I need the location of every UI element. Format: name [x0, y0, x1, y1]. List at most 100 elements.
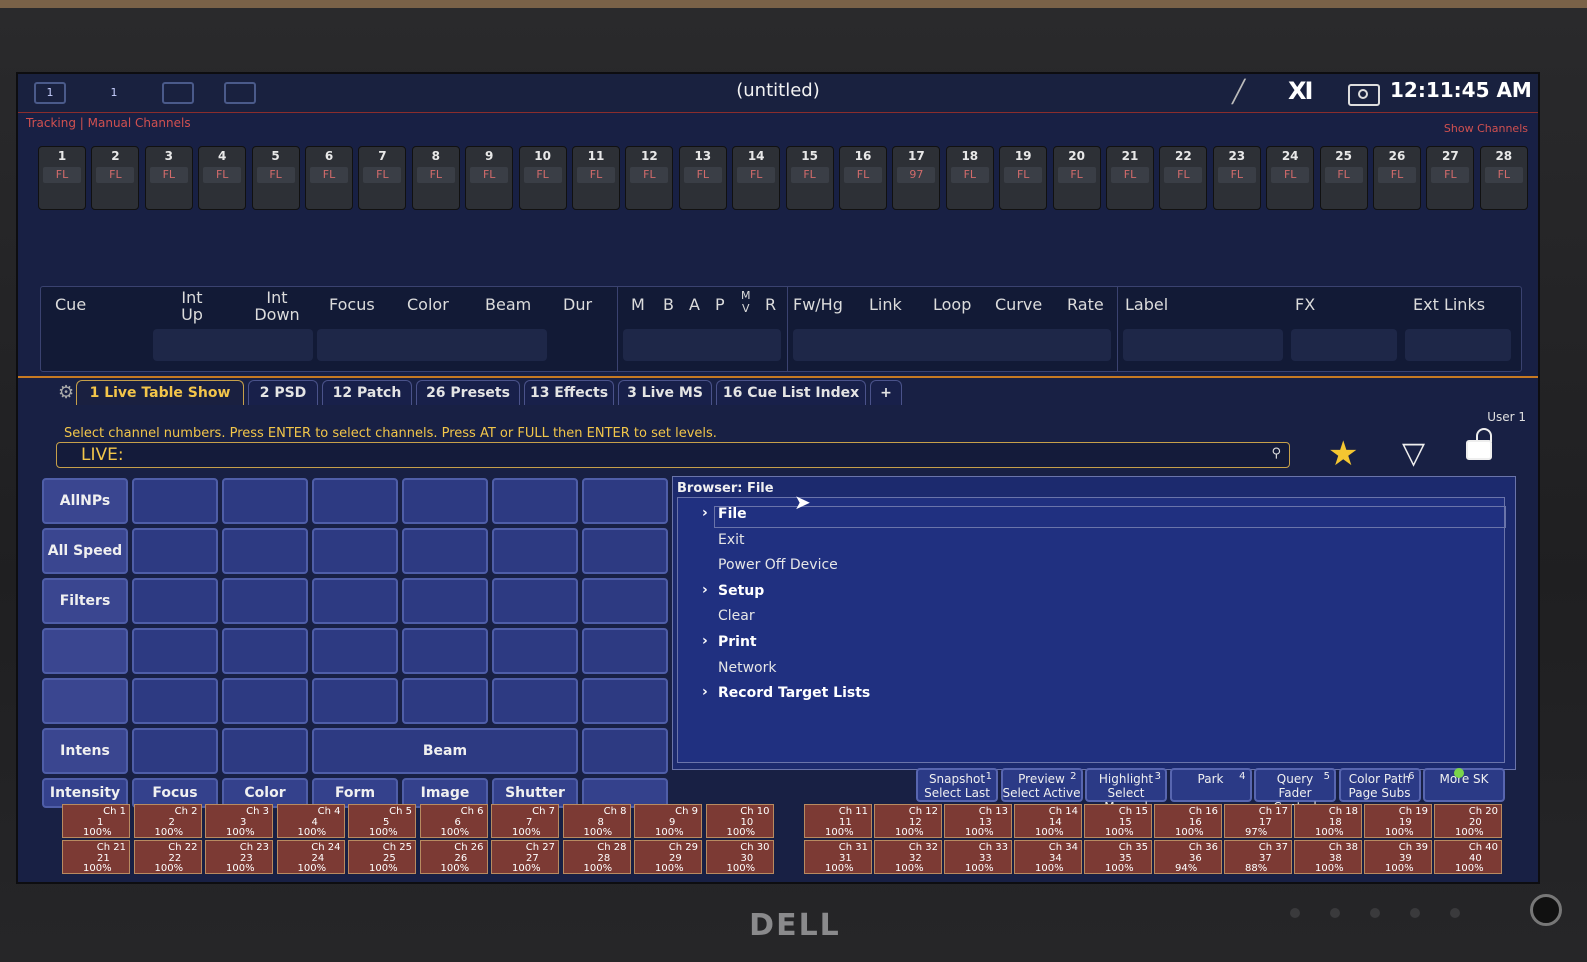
channel-tile[interactable]: 8 FL [411, 146, 460, 210]
grid-button[interactable] [402, 578, 488, 624]
channel-tile[interactable]: 3 FL [144, 146, 193, 210]
fader[interactable]: Ch 27 27 100% [491, 840, 559, 874]
display-2-icon[interactable]: 1 [98, 82, 130, 104]
fader[interactable]: Ch 39 39 100% [1364, 840, 1432, 874]
fader[interactable]: Ch 18 18 100% [1294, 804, 1362, 838]
fader[interactable]: Ch 24 24 100% [276, 840, 345, 874]
browser-item[interactable]: Exit [718, 532, 745, 548]
fader[interactable]: Ch 26 26 100% [419, 840, 488, 874]
channel-tile[interactable]: 19 FL [999, 146, 1048, 210]
bezel-button[interactable] [1450, 908, 1460, 918]
fader[interactable]: Ch 35 35 100% [1084, 840, 1152, 874]
softkey-4[interactable]: 4 Park [1169, 768, 1252, 802]
fader[interactable]: Ch 25 25 100% [348, 840, 416, 874]
search-icon[interactable]: ⚲ [1271, 446, 1281, 461]
channel-tile[interactable]: 27 FL [1426, 146, 1475, 210]
tab-2[interactable]: 12 Patch [322, 380, 412, 405]
pen-icon[interactable]: ╱ [1232, 80, 1245, 105]
fader[interactable]: Ch 23 23 100% [205, 840, 273, 874]
channel-tile[interactable]: 20 FL [1052, 146, 1101, 210]
grid-button[interactable] [402, 628, 488, 674]
fader[interactable]: Ch 10 10 100% [705, 804, 774, 838]
grid-button[interactable] [222, 578, 308, 624]
channel-tile[interactable]: 7 FL [358, 146, 407, 210]
fader[interactable]: Ch 8 8 100% [562, 804, 631, 838]
grid-button[interactable] [582, 728, 668, 774]
channel-tile[interactable]: 25 FL [1319, 146, 1368, 210]
grid-button[interactable] [402, 678, 488, 724]
cue-fx-cell[interactable] [1291, 329, 1397, 361]
fader[interactable]: Ch 6 6 100% [419, 804, 488, 838]
fader[interactable]: Ch 34 34 100% [1014, 840, 1082, 874]
browser-item[interactable]: Record Target Lists [718, 685, 870, 701]
grid-button[interactable] [312, 578, 398, 624]
browser-item[interactable]: Clear [718, 608, 755, 624]
display-4-icon[interactable] [224, 82, 256, 104]
display-3-icon[interactable] [162, 82, 194, 104]
chevron-right-icon[interactable]: › [702, 633, 708, 649]
cue-attr-cell[interactable] [317, 329, 547, 361]
channel-tile[interactable]: 4 FL [198, 146, 247, 210]
cue-int-up-cell[interactable] [153, 329, 313, 361]
chevron-right-icon[interactable]: › [702, 505, 708, 521]
tab-1[interactable]: 2 PSD [248, 380, 318, 405]
grid-button[interactable] [222, 678, 308, 724]
grid-button[interactable] [492, 478, 578, 524]
beam-button[interactable]: Beam [312, 728, 578, 774]
fader[interactable]: Ch 38 38 100% [1294, 840, 1362, 874]
fader[interactable]: Ch 1 1 100% [62, 804, 130, 838]
fader[interactable]: Ch 13 13 100% [944, 804, 1012, 838]
grid-button[interactable] [132, 528, 218, 574]
fader[interactable]: Ch 17 17 97% [1224, 804, 1292, 838]
grid-button[interactable] [312, 628, 398, 674]
grid-button[interactable] [222, 628, 308, 674]
browser-item[interactable]: Print [718, 634, 757, 650]
fader[interactable]: Ch 12 12 100% [874, 804, 942, 838]
tab-0[interactable]: 1 Live Table Show [76, 380, 244, 405]
fader[interactable]: Ch 5 5 100% [348, 804, 416, 838]
channel-tile[interactable]: 23 FL [1212, 146, 1261, 210]
side-button[interactable]: Filters [42, 578, 128, 624]
cue-ext-links-cell[interactable] [1405, 329, 1511, 361]
fader[interactable]: Ch 29 29 100% [634, 840, 702, 874]
channel-tile[interactable]: 28 FL [1479, 146, 1528, 210]
browser-item[interactable]: File [718, 506, 747, 522]
fader[interactable]: Ch 30 30 100% [705, 840, 774, 874]
command-line-input[interactable]: LIVE: ⚲ [56, 442, 1290, 468]
grid-button[interactable] [132, 678, 218, 724]
grid-button[interactable] [582, 578, 668, 624]
cue-label-cell[interactable] [1123, 329, 1283, 361]
softkey-2[interactable]: 2 Preview Select Active [1000, 768, 1083, 802]
grid-button[interactable] [132, 478, 218, 524]
display-1-icon[interactable]: 1 [34, 82, 66, 104]
fader[interactable]: Ch 9 9 100% [634, 804, 702, 838]
grid-button[interactable] [222, 528, 308, 574]
fader[interactable]: Ch 20 20 100% [1434, 804, 1502, 838]
fader[interactable]: Ch 32 32 100% [874, 840, 942, 874]
softkey-5[interactable]: 5QueryFader Control [1254, 768, 1336, 814]
fader[interactable]: Ch 19 19 100% [1364, 804, 1432, 838]
softkey-1[interactable]: 1 Snapshot Select Last [916, 768, 998, 802]
fader[interactable]: Ch 11 11 100% [804, 804, 872, 838]
cue-timing-cell[interactable] [793, 329, 1111, 361]
grid-button[interactable] [402, 528, 488, 574]
fader[interactable]: Ch 21 21 100% [62, 840, 130, 874]
softkey-6[interactable]: 6 Color Path Page Subs [1338, 768, 1421, 802]
bezel-button[interactable] [1370, 908, 1380, 918]
fader[interactable]: Ch 40 40 100% [1434, 840, 1502, 874]
channel-tile[interactable]: 24 FL [1266, 146, 1315, 210]
tab-7[interactable]: + [870, 380, 902, 405]
chevron-right-icon[interactable]: › [702, 582, 708, 598]
chevron-right-icon[interactable]: › [702, 684, 708, 700]
channel-tile[interactable]: 10 FL [518, 146, 567, 210]
grid-button[interactable] [222, 478, 308, 524]
channel-tile[interactable]: 13 FL [678, 146, 727, 210]
channel-tile[interactable]: 6 FL [305, 146, 353, 210]
grid-button[interactable] [582, 478, 668, 524]
bezel-button[interactable] [1290, 908, 1300, 918]
grid-button[interactable] [132, 728, 218, 774]
grid-button[interactable] [312, 678, 398, 724]
channel-tile[interactable]: 11 FL [572, 146, 620, 210]
filter-icon[interactable]: ▽ [1402, 436, 1425, 471]
channel-tile[interactable]: 15 FL [785, 146, 834, 210]
